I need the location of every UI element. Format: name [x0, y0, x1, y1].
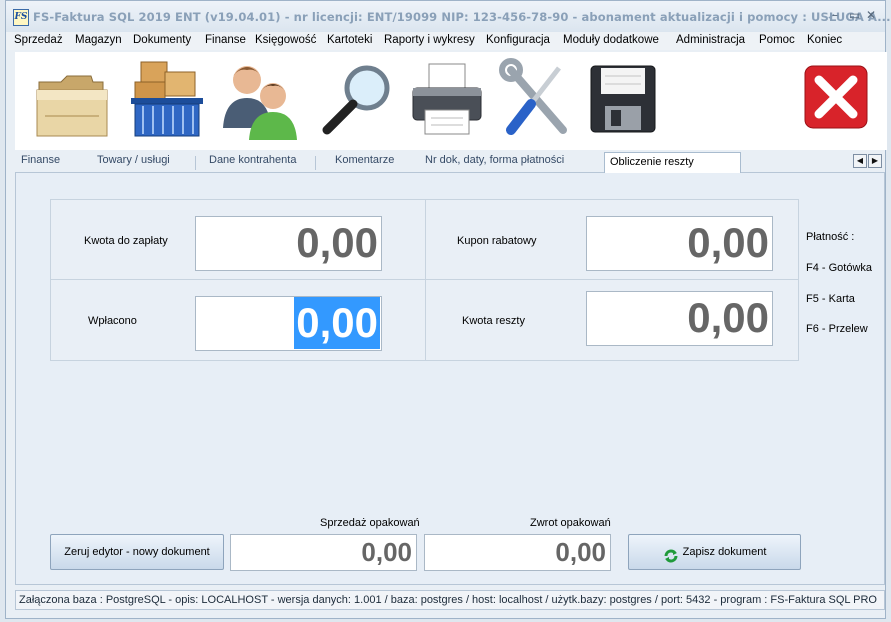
menu-dokumenty[interactable]: Dokumenty — [133, 34, 191, 46]
paid-input[interactable]: 0,00 — [195, 296, 382, 351]
tab-komentarze[interactable]: Komentarze — [335, 154, 394, 172]
window-title: FS-Faktura SQL 2019 ENT (v19.04.01) - nr… — [33, 10, 891, 24]
tab-obliczenie-reszty[interactable]: Obliczenie reszty — [604, 152, 741, 173]
maximize-icon[interactable]: ▭ — [849, 8, 860, 22]
payment-title: Płatność : — [806, 231, 855, 243]
printer-icon[interactable] — [407, 58, 487, 142]
payment-card-shortcut: F5 - Karta — [806, 293, 855, 305]
menu-magazyn[interactable]: Magazyn — [75, 34, 122, 46]
paid-value-selected: 0,00 — [294, 297, 380, 349]
packaging-return-field[interactable]: 0,00 — [424, 534, 611, 571]
coupon-field[interactable]: 0,00 — [586, 216, 773, 271]
change-value: 0,00 — [687, 294, 769, 341]
tab-finanse[interactable]: Finanse — [21, 154, 60, 172]
save-document-label: Zapisz dokument — [682, 546, 767, 558]
tab-bar: Finanse Towary / usługi Dane kontrahenta… — [15, 152, 885, 173]
status-bar: Załączona baza : PostgreSQL - opis: LOCA… — [15, 590, 885, 610]
tab-separator — [195, 156, 196, 170]
tab-towary-uslugi[interactable]: Towary / usługi — [97, 154, 170, 172]
amount-due-field[interactable]: 0,00 — [195, 216, 382, 271]
payment-transfer-shortcut: F6 - Przelew — [806, 323, 868, 335]
floppy-save-icon[interactable] — [587, 58, 659, 142]
tab-dane-kontrahenta[interactable]: Dane kontrahenta — [209, 154, 296, 172]
tab-scroll-left-icon[interactable]: ◀ — [853, 154, 867, 168]
reset-editor-button[interactable]: Zeruj edytor - nowy dokument — [50, 534, 224, 570]
menu-koniec[interactable]: Koniec — [807, 34, 842, 46]
menu-ksiegowosc[interactable]: Księgowość — [255, 34, 316, 46]
change-field[interactable]: 0,00 — [586, 291, 773, 346]
menu-moduly[interactable]: Moduły dodatkowe — [563, 34, 659, 46]
amount-due-label: Kwota do zapłaty — [84, 235, 168, 247]
minimize-icon[interactable]: – — [832, 8, 838, 22]
menu-administracja[interactable]: Administracja — [676, 34, 745, 46]
tab-nr-dok-daty[interactable]: Nr dok, daty, forma płatności — [425, 154, 564, 172]
toolbar — [15, 52, 887, 150]
payment-cash-shortcut: F4 - Gotówka — [806, 262, 873, 274]
app-window: FS FS-Faktura SQL 2019 ENT (v19.04.01) -… — [5, 0, 891, 619]
coupon-label: Kupon rabatowy — [457, 235, 537, 247]
menu-bar: Sprzedaż Magazyn Dokumenty Finanse Księg… — [6, 32, 885, 50]
menu-finanse[interactable]: Finanse — [205, 34, 246, 46]
tab-separator — [315, 156, 316, 170]
tools-settings-icon[interactable] — [497, 58, 577, 142]
save-document-button[interactable]: Zapisz dokument — [628, 534, 801, 570]
paid-label: Wpłacono — [88, 315, 137, 327]
folder-icon[interactable] — [33, 58, 113, 142]
magnifier-search-icon[interactable] — [319, 58, 399, 142]
menu-pomoc[interactable]: Pomoc — [759, 34, 795, 46]
change-label: Kwota reszty — [462, 315, 525, 327]
app-logo-icon: FS — [13, 9, 29, 26]
amount-due-value: 0,00 — [296, 219, 378, 266]
close-icon[interactable]: ✕ — [866, 8, 876, 22]
refresh-save-icon — [663, 544, 679, 563]
tab-scroll-right-icon[interactable]: ▶ — [868, 154, 882, 168]
packaging-sale-label: Sprzedaż opakowań — [320, 517, 420, 529]
close-red-icon[interactable] — [801, 58, 871, 142]
menu-raporty[interactable]: Raporty i wykresy — [384, 34, 475, 46]
panel-divider — [425, 200, 426, 360]
menu-sprzedaz[interactable]: Sprzedaż — [14, 34, 63, 46]
coupon-value: 0,00 — [687, 219, 769, 266]
title-bar[interactable]: FS FS-Faktura SQL 2019 ENT (v19.04.01) -… — [6, 1, 891, 32]
warehouse-basket-icon[interactable] — [127, 58, 207, 142]
menu-konfiguracja[interactable]: Konfiguracja — [486, 34, 550, 46]
packaging-return-label: Zwrot opakowań — [530, 517, 611, 529]
contractors-people-icon[interactable] — [215, 58, 305, 142]
packaging-sale-field[interactable]: 0,00 — [230, 534, 417, 571]
menu-kartoteki[interactable]: Kartoteki — [327, 34, 372, 46]
